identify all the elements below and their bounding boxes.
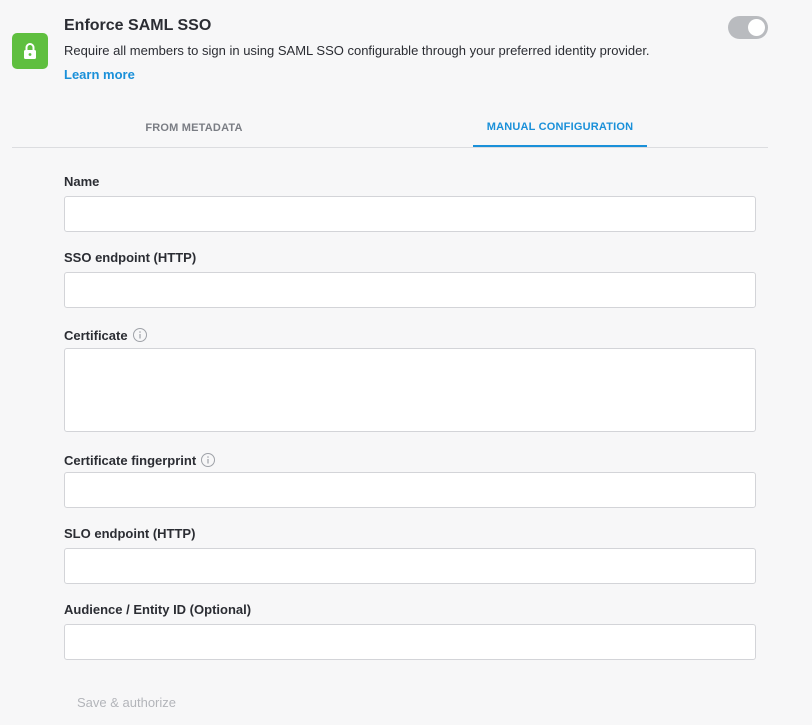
page-description: Require all members to sign in using SAM… (64, 43, 650, 58)
learn-more-link[interactable]: Learn more (64, 67, 135, 82)
certificate-info-icon[interactable] (132, 327, 148, 343)
slo-endpoint-label-text: SLO endpoint (HTTP) (64, 526, 196, 541)
name-label-text: Name (64, 174, 100, 189)
slo-endpoint-label: SLO endpoint (HTTP) (64, 526, 195, 541)
page-title: Enforce SAML SSO (64, 17, 212, 34)
certificate-textarea[interactable] (64, 348, 756, 432)
enforce-sso-toggle[interactable] (728, 16, 768, 39)
certificate-label: Certificate (64, 327, 148, 343)
sso-endpoint-label: SSO endpoint (HTTP) (64, 250, 196, 265)
audience-label: Audience / Entity ID (Optional) (64, 602, 251, 617)
name-label: Name (64, 174, 99, 189)
save-authorize-button[interactable]: Save & authorize (64, 688, 189, 716)
audience-label-text: Audience / Entity ID (Optional) (64, 602, 252, 617)
certificate-fingerprint-label-text: Certificate fingerprint (64, 452, 197, 468)
lock-badge (12, 33, 48, 69)
certificate-fingerprint-input[interactable] (64, 472, 756, 508)
audience-input[interactable] (64, 624, 756, 660)
tab-manual-configuration[interactable]: MANUAL CONFIGURATION (473, 108, 647, 147)
certificate-fingerprint-label: Certificate fingerprint (64, 452, 216, 468)
certificate-label-text: Certificate (64, 327, 128, 343)
toggle-knob (748, 19, 765, 36)
lock-icon (24, 43, 36, 59)
fingerprint-info-icon[interactable] (200, 452, 216, 468)
config-tabs: FROM METADATA MANUAL CONFIGURATION (12, 108, 768, 148)
slo-endpoint-input[interactable] (64, 548, 756, 584)
sso-endpoint-label-text: SSO endpoint (HTTP) (64, 250, 197, 265)
name-input[interactable] (64, 196, 756, 232)
sso-endpoint-input[interactable] (64, 272, 756, 308)
tab-from-metadata[interactable]: FROM METADATA (56, 108, 332, 148)
